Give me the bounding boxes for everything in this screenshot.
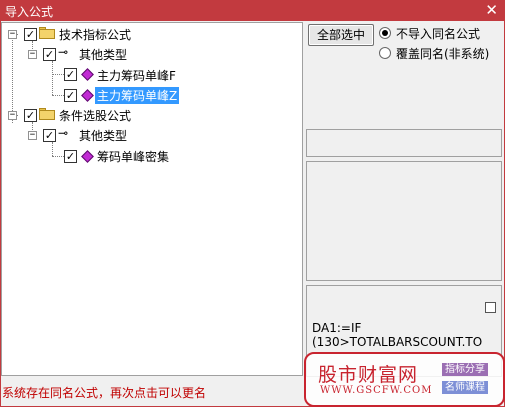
select-all-button[interactable]: 全部选中 [308, 24, 374, 46]
tree-node-other-type-2[interactable]: 其他类型 [79, 127, 127, 144]
tree-node-other-type[interactable]: 其他类型 [79, 46, 127, 63]
tree-connector [52, 142, 53, 156]
info-field [306, 129, 502, 157]
watermark-tag-course: 名师课程 [442, 381, 488, 394]
tree-node-chip-peak[interactable]: 筹码单峰密集 [97, 148, 169, 165]
title-bar: 导入公式 ✕ [0, 0, 505, 21]
tree-node-formula-f[interactable]: 主力筹码单峰F [97, 67, 176, 84]
node-checkbox[interactable]: ✓ [64, 89, 77, 102]
preview-checkbox[interactable] [485, 302, 496, 313]
code-line-1: DA1:=IF [312, 321, 362, 335]
expander-icon[interactable]: − [8, 30, 17, 39]
code-line-2: (130>TOTALBARSCOUNT.TO [312, 335, 483, 349]
formula-tree[interactable]: − ✓ 技术指标公式 − ✓ ⊸ 其他类型 ✓ 主力筹码单峰F ✓ 主力筹码单峰… [1, 22, 303, 376]
description-panel [306, 161, 502, 281]
radio-overwrite-duplicate-label: 覆盖同名(非系统) [396, 47, 490, 61]
node-checkbox[interactable]: ✓ [24, 28, 37, 41]
radio-skip-duplicate[interactable] [379, 27, 391, 39]
expander-icon[interactable]: − [8, 111, 17, 120]
node-checkbox[interactable]: ✓ [43, 129, 56, 142]
watermark-tag-indicator: 指标分享 [442, 363, 488, 376]
key-icon: ⊸ [58, 126, 69, 140]
watermark-url: WWW.GSCFW.COM [320, 385, 433, 396]
tree-node-tech-formula[interactable]: 技术指标公式 [59, 26, 131, 43]
gem-icon [81, 89, 94, 102]
tree-node-condition-formula[interactable]: 条件选股公式 [59, 107, 131, 124]
expander-icon[interactable]: − [28, 50, 37, 59]
radio-skip-duplicate-label: 不导入同名公式 [396, 27, 481, 41]
status-message: 系统存在同名公式，再次点击可以更名 [2, 386, 207, 400]
folder-icon [39, 108, 55, 120]
gem-icon [81, 68, 94, 81]
close-icon[interactable]: ✕ [485, 1, 498, 19]
radio-overwrite-duplicate[interactable] [379, 47, 391, 59]
expander-icon[interactable]: − [28, 131, 37, 140]
key-icon: ⊸ [58, 45, 69, 59]
window-title: 导入公式 [5, 5, 54, 19]
node-checkbox[interactable]: ✓ [24, 109, 37, 122]
node-checkbox[interactable]: ✓ [43, 48, 56, 61]
node-checkbox[interactable]: ✓ [64, 150, 77, 163]
tree-node-formula-z[interactable]: 主力筹码单峰Z [95, 87, 180, 104]
folder-icon [39, 27, 55, 39]
watermark-site-name: 股市财富网 [318, 364, 419, 386]
code-preview: DA1:=IF (130>TOTALBARSCOUNT.TO [312, 321, 482, 349]
watermark-logo: 股市财富网 WWW.GSCFW.COM 指标分享 名师课程 [304, 352, 505, 407]
gem-icon [81, 150, 94, 163]
node-checkbox[interactable]: ✓ [64, 68, 77, 81]
tree-connector [52, 61, 53, 95]
